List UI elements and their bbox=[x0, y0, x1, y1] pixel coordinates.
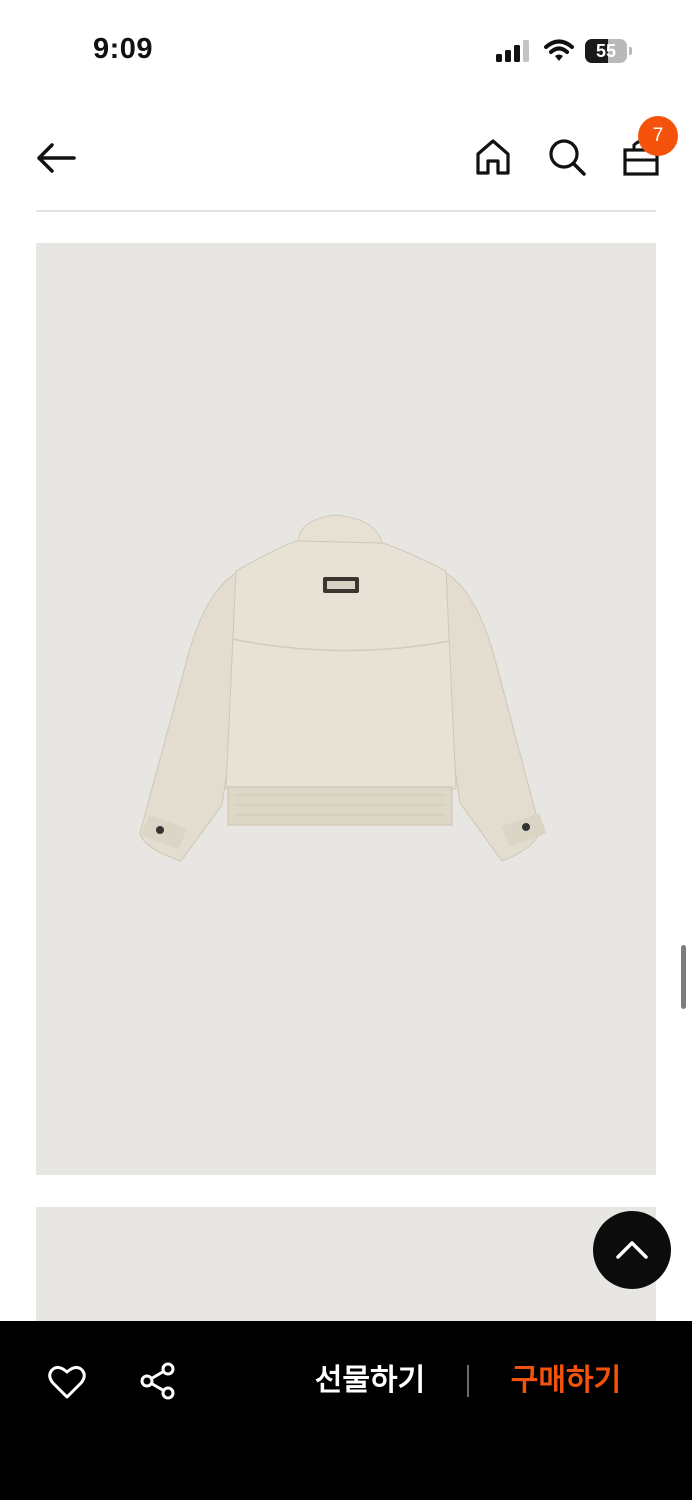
heart-icon[interactable] bbox=[47, 1363, 87, 1401]
back-arrow-icon[interactable] bbox=[34, 138, 78, 178]
scroll-to-top-button[interactable] bbox=[593, 1211, 671, 1289]
top-nav bbox=[0, 110, 692, 210]
share-icon[interactable] bbox=[138, 1361, 178, 1401]
product-image[interactable] bbox=[36, 243, 656, 1175]
scroll-indicator[interactable] bbox=[681, 945, 686, 1009]
signal-icon bbox=[496, 40, 532, 62]
battery-icon: 55 bbox=[585, 39, 633, 63]
bottom-action-bar: 선물하기 구매하기 bbox=[0, 1321, 692, 1500]
status-bar: 9:09 55 bbox=[0, 0, 692, 100]
chevron-up-icon bbox=[616, 1241, 648, 1259]
home-icon[interactable] bbox=[472, 136, 514, 178]
button-separator bbox=[467, 1365, 469, 1397]
status-time: 9:09 bbox=[93, 33, 154, 65]
buy-button[interactable]: 구매하기 bbox=[496, 1361, 636, 1401]
cart-count-badge[interactable]: 7 bbox=[638, 116, 678, 156]
gift-button[interactable]: 선물하기 bbox=[300, 1361, 440, 1401]
header-divider bbox=[36, 210, 656, 212]
product-image-secondary[interactable] bbox=[36, 1207, 656, 1327]
battery-level: 55 bbox=[595, 41, 617, 61]
wifi-icon bbox=[544, 39, 574, 63]
search-icon[interactable] bbox=[546, 136, 588, 178]
